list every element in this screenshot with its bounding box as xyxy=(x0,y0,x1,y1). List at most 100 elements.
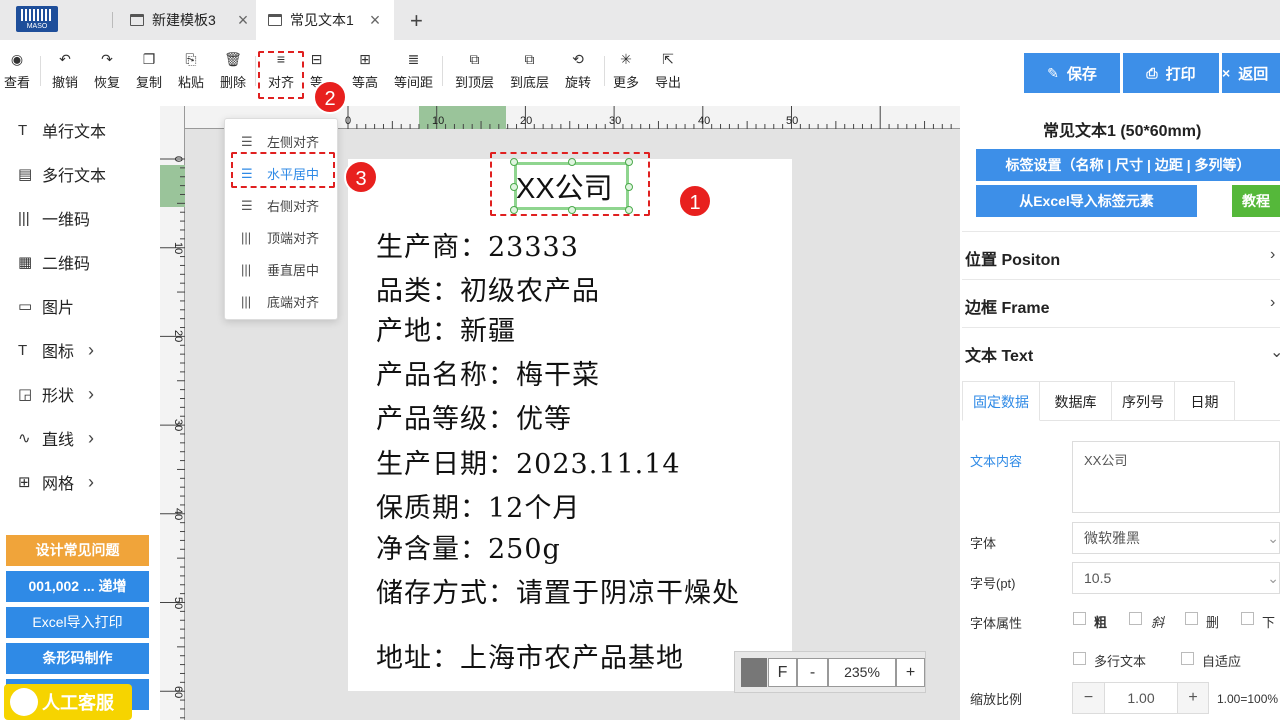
label-text-line[interactable]: 生产日期：2023.11.14 xyxy=(376,442,681,481)
align-right-option[interactable]: ☰ 右侧对齐 xyxy=(241,196,319,215)
strikethrough-checkbox[interactable] xyxy=(1185,612,1198,625)
save-button[interactable]: ✎ 保存 xyxy=(1024,53,1120,93)
resize-handle[interactable] xyxy=(568,206,576,214)
scale-minus-button[interactable]: − xyxy=(1073,683,1105,713)
equal-spacing-button[interactable]: ≣ 等间距 xyxy=(394,50,433,91)
label-text-line[interactable]: 产地：新疆 xyxy=(376,309,516,348)
zoom-out-button[interactable]: - xyxy=(797,658,828,687)
autofit-checkbox[interactable] xyxy=(1181,652,1194,665)
chevron-right-icon: › xyxy=(88,383,95,404)
barcode-make-button[interactable]: 条形码制作 xyxy=(6,643,149,674)
excel-import-elements-button[interactable]: 从Excel导入标签元素 xyxy=(976,185,1197,217)
align-left-option[interactable]: ☰ 左侧对齐 xyxy=(241,132,319,151)
label-text-line[interactable]: 储存方式：请置于阴凉干燥处 xyxy=(376,571,740,610)
zoom-color-swatch[interactable] xyxy=(741,658,767,687)
section-frame[interactable]: 边框 Frame xyxy=(965,294,1049,318)
underline-checkbox[interactable] xyxy=(1241,612,1254,625)
sidebar-item-shape[interactable]: ◲ 形状 › xyxy=(18,382,94,406)
bring-to-top-button[interactable]: ⧉ 到顶层 xyxy=(455,50,494,91)
resize-handle[interactable] xyxy=(510,206,518,214)
tab-date[interactable]: 日期 xyxy=(1175,381,1235,421)
tab-fixed-data[interactable]: 固定数据 xyxy=(962,381,1040,421)
resize-handle[interactable] xyxy=(625,206,633,214)
print-button[interactable]: ⎙ 打印 xyxy=(1123,53,1219,93)
zoom-value[interactable]: 235% xyxy=(828,658,896,687)
sidebar-item-multi-line-text[interactable]: ▤ 多行文本 xyxy=(18,162,106,186)
align-middle-option[interactable]: ||| 垂直居中 xyxy=(241,260,319,279)
resize-handle[interactable] xyxy=(625,158,633,166)
scale-stepper[interactable]: − 1.00 + xyxy=(1072,682,1209,714)
sidebar-item-image[interactable]: ▭ 图片 xyxy=(18,294,74,318)
image-icon: ▭ xyxy=(18,298,33,315)
font-select[interactable]: 微软雅黑 ⌄ xyxy=(1072,522,1280,554)
export-button[interactable]: ⇱ 导出 xyxy=(655,50,681,91)
step-badge: 2 xyxy=(313,80,347,114)
italic-label: 斜 xyxy=(1151,615,1165,630)
design-faq-button[interactable]: 设计常见问题 xyxy=(6,535,149,566)
back-button[interactable]: × 返回 xyxy=(1222,53,1280,93)
resize-handle[interactable] xyxy=(625,183,633,191)
text-content-input[interactable]: XX公司 xyxy=(1072,441,1280,513)
rotate-button[interactable]: ⟲ 旋转 xyxy=(565,50,591,91)
scale-plus-button[interactable]: + xyxy=(1177,683,1208,713)
redo-button[interactable]: ↷ 恢复 xyxy=(94,50,120,91)
zoom-in-button[interactable]: + xyxy=(896,658,925,687)
tab-database[interactable]: 数据库 xyxy=(1040,381,1112,421)
zoom-fit-button[interactable]: F xyxy=(768,658,797,687)
chevron-right-icon[interactable]: › xyxy=(1270,294,1275,312)
label-text-line[interactable]: 净含量：250g xyxy=(376,527,561,566)
align-top-option[interactable]: ||| 顶端对齐 xyxy=(241,228,319,247)
sidebar-item-barcode[interactable]: ||| 一维码 xyxy=(18,206,90,230)
paste-button[interactable]: ⎘ 粘贴 xyxy=(178,50,204,91)
italic-checkbox[interactable] xyxy=(1129,612,1142,625)
underline-label: 下 xyxy=(1262,615,1276,630)
resize-handle[interactable] xyxy=(510,183,518,191)
increment-button[interactable]: 001,002 ... 递增 xyxy=(6,571,149,602)
customer-service-button[interactable]: 人工客服 xyxy=(4,684,132,720)
section-text[interactable]: 文本 Text xyxy=(965,342,1033,366)
excel-import-print-button[interactable]: Excel导入打印 xyxy=(6,607,149,638)
align-bottom-option[interactable]: ||| 底端对齐 xyxy=(241,292,319,311)
rotate-icon: ⟲ xyxy=(572,51,584,67)
toolbar-divider xyxy=(442,56,443,86)
send-to-bottom-button[interactable]: ⧉ 到底层 xyxy=(510,50,549,91)
sidebar-item-line[interactable]: ∿ 直线 › xyxy=(18,426,94,450)
scale-value[interactable]: 1.00 xyxy=(1105,683,1177,713)
more-button[interactable]: ✳ 更多 xyxy=(613,50,639,91)
equal-height-button[interactable]: ⊞ 等高 xyxy=(352,50,378,91)
label-settings-button[interactable]: 标签设置（名称 | 尺寸 | 边距 | 多列等） xyxy=(976,149,1280,181)
font-size-select[interactable]: 10.5 ⌄ xyxy=(1072,562,1280,594)
chevron-right-icon[interactable]: › xyxy=(1270,246,1275,264)
close-icon[interactable]: × xyxy=(238,10,249,31)
label-text-line[interactable]: 产品名称：梅干菜 xyxy=(376,353,600,392)
tab-common-text[interactable]: 常见文本1 × xyxy=(256,0,394,40)
step-badge: 1 xyxy=(678,184,712,218)
add-tab-icon[interactable]: + xyxy=(410,8,423,34)
label-text-line[interactable]: 产品等级：优等 xyxy=(376,397,572,436)
label-text-line[interactable]: 地址：上海市农产品基地 xyxy=(376,636,684,675)
section-position[interactable]: 位置 Positon xyxy=(965,246,1060,270)
multiline-checkbox[interactable] xyxy=(1073,652,1086,665)
close-icon[interactable]: × xyxy=(370,10,381,31)
qrcode-icon: ▦ xyxy=(18,254,33,271)
delete-button[interactable]: 🗑︎ 删除 xyxy=(220,50,246,91)
align-dropdown: ☰ 左侧对齐 ☰ 水平居中 ☰ 右侧对齐 ||| 顶端对齐 ||| 垂直居中 ||| 底端对… xyxy=(224,118,338,320)
redo-icon: ↷ xyxy=(101,51,113,67)
copy-button[interactable]: ❐ 复制 xyxy=(136,50,162,91)
tutorial-button[interactable]: 教程 xyxy=(1232,185,1280,217)
undo-button[interactable]: ↶ 撤销 xyxy=(52,50,78,91)
label-text-line[interactable]: 保质期：12个月 xyxy=(376,486,580,525)
view-button[interactable]: ◉ 查看 xyxy=(4,50,30,91)
sidebar-item-qrcode[interactable]: ▦ 二维码 xyxy=(18,250,90,274)
sidebar-item-grid[interactable]: ⊞ 网格 › xyxy=(18,470,94,494)
sidebar-item-single-line-text[interactable]: T 单行文本 xyxy=(18,118,106,142)
tab-new-template[interactable]: 新建模板3 × xyxy=(118,0,260,40)
sidebar-item-icon[interactable]: T 图标 › xyxy=(18,338,94,362)
resize-handle[interactable] xyxy=(568,158,576,166)
resize-handle[interactable] xyxy=(510,158,518,166)
label-text-line[interactable]: 生产商：23333 xyxy=(376,225,579,264)
bold-checkbox[interactable] xyxy=(1073,612,1086,625)
tab-serial-number[interactable]: 序列号 xyxy=(1112,381,1175,421)
label-text-line[interactable]: 品类：初级农产品 xyxy=(376,269,600,308)
chevron-down-icon[interactable]: ⌄ xyxy=(1270,342,1280,362)
